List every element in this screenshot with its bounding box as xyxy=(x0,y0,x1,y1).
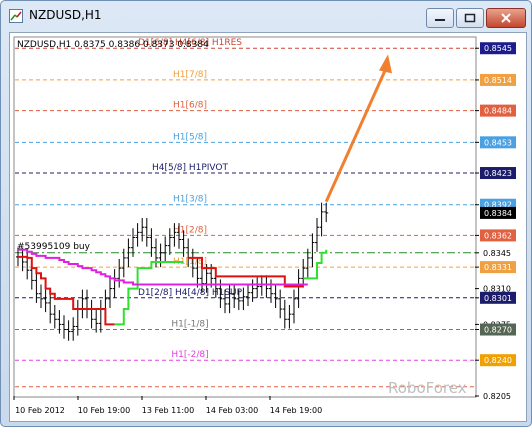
window-title: NZDUSD,H1 xyxy=(29,8,102,22)
watermark: RoboForex xyxy=(388,379,467,397)
level-label-8: D1[2/8] H4[4/8] H1SUP xyxy=(138,288,243,298)
chart-area[interactable]: D1[6/8] H4[6/8] H1RES H1[7/8] H1[6/8] H1[5/… xyxy=(9,32,527,422)
forecast-arrow-head xyxy=(379,54,392,74)
current-price-label: 0.8384 xyxy=(484,209,512,218)
minimize-icon xyxy=(435,19,445,21)
maximize-button[interactable] xyxy=(456,8,484,28)
level-label-3: H1[5/8] xyxy=(173,132,207,142)
price-tag-label-10: 0.8240 xyxy=(484,356,512,365)
y-tick-label: 0.8205 xyxy=(483,392,511,401)
price-tag-label-2: 0.8484 xyxy=(484,107,512,116)
chart-info-label: NZDUSD,H1 0.8375 0.8386 0.8373 0.8384 xyxy=(17,40,209,50)
y-tick-label: 0.8345 xyxy=(483,249,511,258)
level-label-10: H1[-2/8] xyxy=(171,350,208,360)
price-tag-label-0: 0.8545 xyxy=(484,44,512,53)
price-tag-label-1: 0.8514 xyxy=(484,76,512,85)
price-tag-label-9: 0.8270 xyxy=(484,326,512,335)
maximize-icon xyxy=(464,13,476,23)
x-tick-label: 13 Feb 11:00 xyxy=(142,406,194,415)
chart-window-icon xyxy=(9,9,23,23)
minimize-button[interactable] xyxy=(426,8,454,28)
price-tag-label-6: 0.8362 xyxy=(484,231,512,240)
x-tick-label: 14 Feb 19:00 xyxy=(270,406,322,415)
price-tag-label-3: 0.8453 xyxy=(484,138,512,147)
level-label-4: H4[5/8] H1PIVOT xyxy=(152,163,229,173)
chart-canvas[interactable]: D1[6/8] H4[6/8] H1RESH1[7/8]H1[6/8]H1[5/… xyxy=(10,33,526,421)
price-tag-label-8: 0.8301 xyxy=(484,294,512,303)
level-label-9: H1[-1/8] xyxy=(171,320,208,330)
title-bar[interactable]: NZDUSD,H1 xyxy=(1,1,531,31)
x-tick-label: 10 Feb 2012 xyxy=(15,406,65,415)
level-label-1: H1[7/8] xyxy=(173,70,207,80)
x-tick-label: 14 Feb 03:00 xyxy=(206,406,258,415)
price-tag-label-4: 0.8423 xyxy=(484,169,512,178)
price-tag-label-7: 0.8331 xyxy=(484,263,512,272)
x-tick-label: 10 Feb 19:00 xyxy=(78,406,130,415)
close-icon xyxy=(501,13,511,23)
buy-order-label: #53995109 buy xyxy=(17,242,91,252)
chart-window: NZDUSD,H1 D1[6/8] H4[6/8] H1RES H1[7/8] H1… xyxy=(0,0,532,427)
level-label-6: H1[2/8] xyxy=(173,225,207,235)
level-label-5: H1[3/8] xyxy=(173,195,207,205)
forecast-arrow-shaft xyxy=(324,67,388,203)
level-label-2: H1[6/8] xyxy=(173,101,207,111)
close-button[interactable] xyxy=(486,8,526,28)
